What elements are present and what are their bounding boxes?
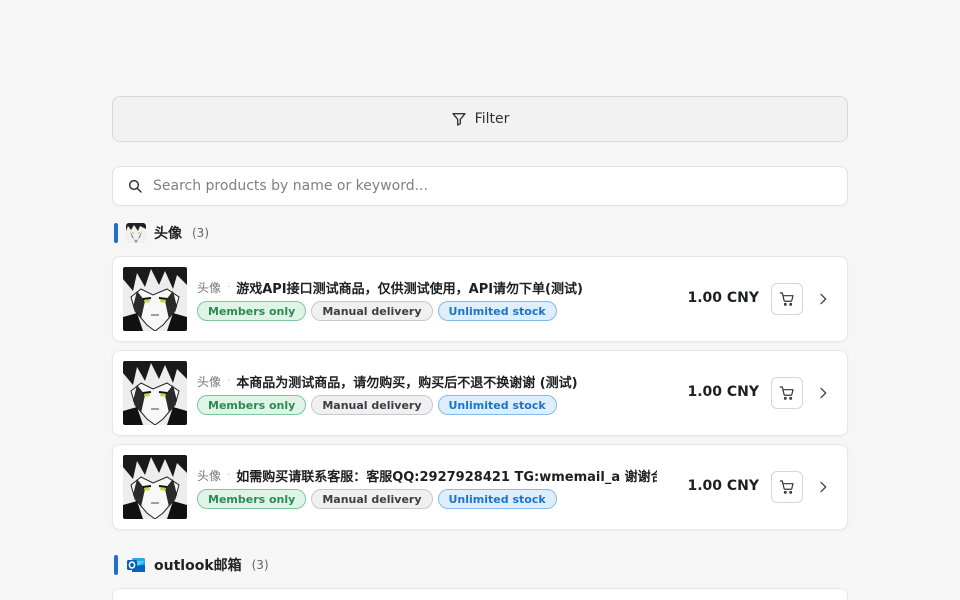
- search-input[interactable]: [153, 178, 753, 194]
- outlook-icon: [126, 555, 146, 575]
- chevron-right-icon[interactable]: [815, 291, 831, 307]
- category-header: outlook邮箱 (3): [112, 554, 848, 576]
- members-only-tag: Members only: [197, 300, 307, 321]
- category-accent-bar: [114, 223, 118, 243]
- product-card[interactable]: 头像 · 游戏API接口测试商品，仅供测试使用，API请勿下单(测试) Memb…: [112, 256, 848, 342]
- manual-delivery-tag: Manual delivery: [311, 394, 433, 415]
- category-accent-bar: [114, 555, 118, 575]
- product-thumbnail: [123, 455, 187, 519]
- filter-button[interactable]: Filter: [112, 96, 848, 142]
- search-box[interactable]: [112, 166, 848, 206]
- unlimited-stock-tag: Unlimited stock: [437, 394, 557, 415]
- separator-dot: ·: [227, 281, 231, 293]
- members-only-tag: Members only: [197, 394, 307, 415]
- search-icon: [128, 179, 142, 193]
- separator-dot: ·: [227, 469, 231, 481]
- separator-dot: ·: [227, 375, 231, 387]
- product-card[interactable]: 头像 · 如需购买请联系客服：客服QQ:2927928421 TG:wmemai…: [112, 444, 848, 530]
- product-price: 1.00 CNY: [687, 290, 759, 306]
- product-info: 头像 · 如需购买请联系客服：客服QQ:2927928421 TG:wmemai…: [197, 466, 657, 509]
- product-title-line: 头像 · 游戏API接口测试商品，仅供测试使用，API请勿下单(测试): [197, 278, 657, 297]
- product-thumbnail: [123, 267, 187, 331]
- category-name: outlook邮箱: [154, 558, 242, 574]
- product-info: 头像 · 游戏API接口测试商品，仅供测试使用，API请勿下单(测试) Memb…: [197, 278, 657, 321]
- cart-icon: [779, 480, 794, 494]
- product-title-line: 头像 · 本商品为测试商品，请勿购买，购买后不退不换谢谢 (测试): [197, 372, 657, 391]
- manual-delivery-tag: Manual delivery: [311, 488, 433, 509]
- product-tags: Members only Manual delivery Unlimited s…: [197, 488, 657, 509]
- anime-avatar-icon: [126, 223, 146, 243]
- product-category-tag: 头像: [197, 468, 222, 483]
- category-count: (3): [192, 226, 209, 240]
- cart-icon: [779, 292, 794, 306]
- add-to-cart-button[interactable]: [771, 471, 803, 503]
- cart-icon: [779, 386, 794, 400]
- product-title[interactable]: 游戏API接口测试商品，仅供测试使用，API请勿下单(测试): [236, 278, 583, 297]
- manual-delivery-tag: Manual delivery: [311, 300, 433, 321]
- product-tags: Members only Manual delivery Unlimited s…: [197, 394, 657, 415]
- add-to-cart-button[interactable]: [771, 377, 803, 409]
- product-category-tag: 头像: [197, 374, 222, 389]
- product-title[interactable]: 如需购买请联系客服：客服QQ:2927928421 TG:wmemail_a 谢…: [236, 466, 657, 485]
- product-list: 头像 · 游戏API接口测试商品，仅供测试使用，API请勿下单(测试) Memb…: [112, 256, 848, 530]
- unlimited-stock-tag: Unlimited stock: [437, 488, 557, 509]
- product-info: 头像 · 本商品为测试商品，请勿购买，购买后不退不换谢谢 (测试) Member…: [197, 372, 657, 415]
- product-price: 1.00 CNY: [687, 478, 759, 494]
- product-price: 1.00 CNY: [687, 384, 759, 400]
- product-category-tag: 头像: [197, 280, 222, 295]
- product-tags: Members only Manual delivery Unlimited s…: [197, 300, 657, 321]
- unlimited-stock-tag: Unlimited stock: [437, 300, 557, 321]
- main-content: Filter 头像 (3): [112, 96, 848, 600]
- add-to-cart-button[interactable]: [771, 283, 803, 315]
- filter-label: Filter: [474, 111, 510, 127]
- category-name: 头像: [154, 226, 182, 242]
- category-count: (3): [251, 558, 269, 572]
- members-only-tag: Members only: [197, 488, 307, 509]
- product-title-line: 头像 · 如需购买请联系客服：客服QQ:2927928421 TG:wmemai…: [197, 466, 657, 485]
- chevron-right-icon[interactable]: [815, 385, 831, 401]
- chevron-right-icon[interactable]: [815, 479, 831, 495]
- funnel-icon: [451, 113, 466, 126]
- product-card[interactable]: 头像 · 本商品为测试商品，请勿购买，购买后不退不换谢谢 (测试) Member…: [112, 350, 848, 436]
- product-card[interactable]: [112, 588, 848, 600]
- category-header: 头像 (3): [112, 222, 848, 244]
- product-thumbnail: [123, 361, 187, 425]
- product-title[interactable]: 本商品为测试商品，请勿购买，购买后不退不换谢谢 (测试): [236, 372, 577, 391]
